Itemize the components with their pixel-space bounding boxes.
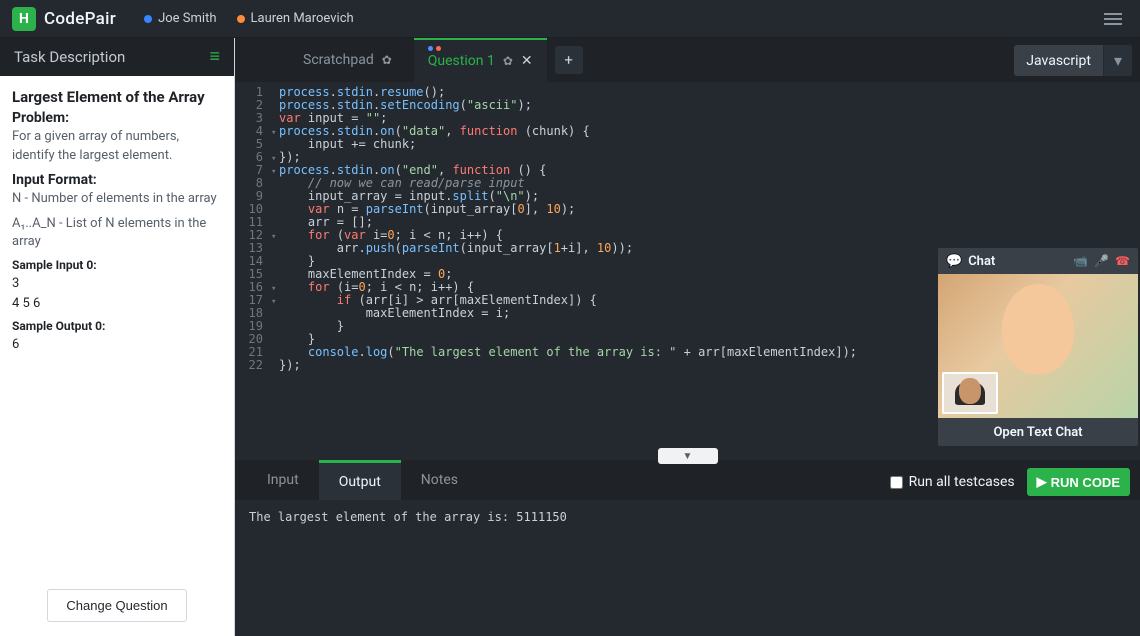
tab-input[interactable]: Input xyxy=(247,460,319,500)
sample-input-line: 3 xyxy=(12,274,222,294)
line-gutter: 12345678910111213141516171819202122 xyxy=(235,82,271,460)
gear-icon[interactable]: ✿ xyxy=(382,53,392,67)
presence-dot-icon xyxy=(144,15,152,23)
run-code-label: RUN CODE xyxy=(1051,475,1120,490)
hangup-icon[interactable]: ☎ xyxy=(1115,254,1130,268)
change-question-button[interactable]: Change Question xyxy=(47,589,186,622)
sidebar-header: Task Description ≡ xyxy=(0,38,234,76)
chat-bubble-icon: 💬 xyxy=(946,254,962,269)
chat-title: Chat xyxy=(968,254,1067,269)
participant-name: Lauren Maroevich xyxy=(251,11,354,26)
tab-label: Scratchpad xyxy=(303,52,374,68)
sidebar: Task Description ≡ Largest Element of th… xyxy=(0,38,235,636)
problem-title: Largest Element of the Array xyxy=(12,88,222,106)
logo-badge: H xyxy=(12,7,36,31)
run-code-button[interactable]: ▶ RUN CODE xyxy=(1027,468,1130,496)
top-header: H CodePair Joe Smith Lauren Maroevich xyxy=(0,0,1140,38)
gear-icon[interactable]: ✿ xyxy=(503,54,513,68)
participant-name: Joe Smith xyxy=(158,11,216,26)
editor-area: Scratchpad ✿ Question 1 ✿ ✕ + Javascript… xyxy=(235,38,1140,636)
language-select[interactable]: Javascript ▾ xyxy=(1014,45,1132,76)
run-all-label: Run all testcases xyxy=(909,474,1015,490)
bottom-panel: ▼ Input Output Notes Run all testcases ▶… xyxy=(235,460,1140,636)
video-feed-self xyxy=(942,372,998,414)
run-all-checkbox-input[interactable] xyxy=(890,476,903,489)
input-format-line: A₁..A_N - List of N elements in the arra… xyxy=(12,215,222,253)
output-body: The largest element of the array is: 511… xyxy=(235,500,1140,636)
add-tab-button[interactable]: + xyxy=(555,46,583,74)
sidebar-title: Task Description xyxy=(14,48,125,66)
participant-1: Joe Smith xyxy=(144,11,216,26)
sample-input-label: Sample Input 0: xyxy=(12,258,222,272)
chevron-down-icon: ▾ xyxy=(1103,45,1132,76)
input-format-label: Input Format: xyxy=(12,172,222,188)
tab-notes[interactable]: Notes xyxy=(401,460,478,500)
brand-text: CodePair xyxy=(44,9,116,29)
input-format-line: N - Number of elements in the array xyxy=(12,190,222,209)
video-feed-main xyxy=(938,274,1138,418)
close-icon[interactable]: ✕ xyxy=(521,53,533,69)
task-description-body: Largest Element of the Array Problem: Fo… xyxy=(0,76,234,589)
problem-text: For a given array of numbers, identify t… xyxy=(12,128,222,166)
presence-dot-icon xyxy=(237,15,245,23)
bottom-tabs: Input Output Notes Run all testcases ▶ R… xyxy=(235,460,1140,500)
tab-question-1[interactable]: Question 1 ✿ ✕ xyxy=(414,38,547,82)
problem-label: Problem: xyxy=(12,110,222,126)
open-text-chat-button[interactable]: Open Text Chat xyxy=(938,418,1138,446)
tab-output[interactable]: Output xyxy=(319,460,401,500)
video-icon[interactable]: 📹 xyxy=(1073,254,1088,268)
sample-output-label: Sample Output 0: xyxy=(12,319,222,333)
chat-header[interactable]: 💬 Chat 📹 🎤 ☎ xyxy=(938,248,1138,274)
tab-bar: Scratchpad ✿ Question 1 ✿ ✕ + Javascript… xyxy=(235,38,1140,82)
language-label: Javascript xyxy=(1014,47,1103,75)
sidebar-menu-icon[interactable]: ≡ xyxy=(209,48,220,66)
mic-icon[interactable]: 🎤 xyxy=(1094,254,1109,268)
menu-icon[interactable] xyxy=(1098,7,1128,31)
sample-input-line: 4 5 6 xyxy=(12,294,222,314)
play-icon: ▶ xyxy=(1037,474,1047,490)
run-all-testcases-checkbox[interactable]: Run all testcases xyxy=(890,474,1015,490)
drag-handle[interactable]: ▼ xyxy=(658,448,718,464)
tab-scratchpad[interactable]: Scratchpad ✿ xyxy=(289,38,406,82)
participant-2: Lauren Maroevich xyxy=(237,11,354,26)
tab-label: Question 1 xyxy=(428,53,495,69)
sample-output: 6 xyxy=(12,335,222,355)
video-chat-widget[interactable]: 💬 Chat 📹 🎤 ☎ Open Text Chat xyxy=(938,248,1138,446)
presence-dots-icon xyxy=(428,46,441,51)
